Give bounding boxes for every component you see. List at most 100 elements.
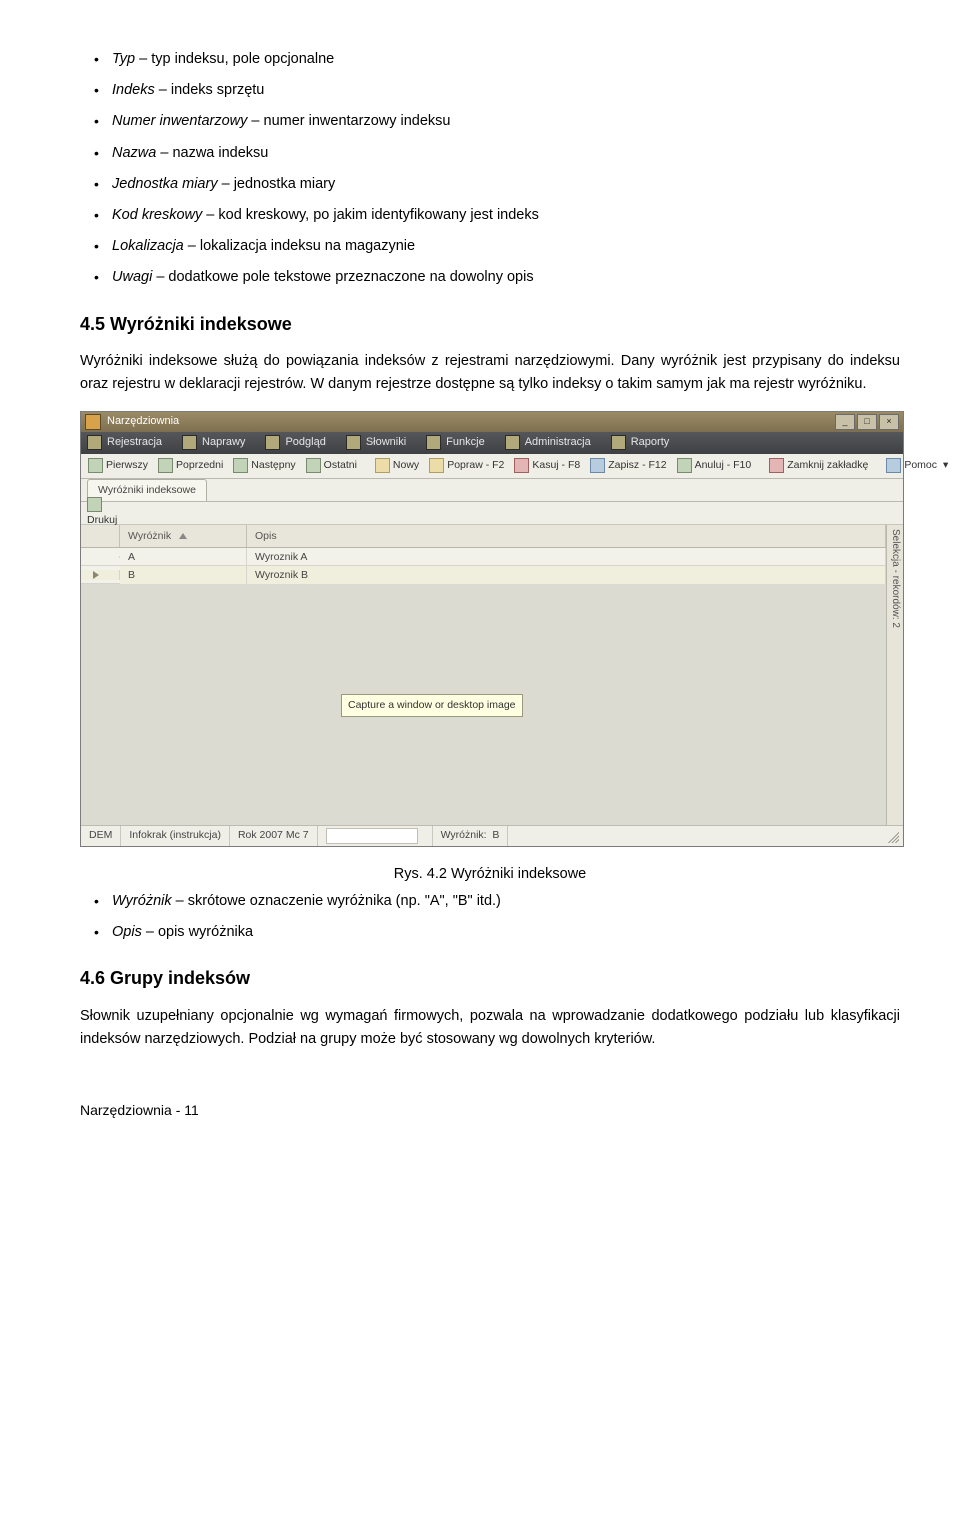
btn-edit[interactable]: Popraw - F2	[426, 457, 507, 474]
field-desc: – dodatkowe pole tekstowe przeznaczone n…	[152, 269, 533, 285]
field-desc: – jednostka miary	[218, 176, 336, 192]
menu-administracja[interactable]: Administracja	[505, 434, 591, 452]
menu-label: Raporty	[631, 434, 670, 452]
menu-naprawy[interactable]: Naprawy	[182, 434, 245, 452]
field-term: Opis	[112, 924, 142, 940]
field-term: Typ	[112, 51, 135, 67]
menu-slowniki[interactable]: Słowniki	[346, 434, 406, 452]
nav-label: Kasuj - F8	[532, 457, 580, 474]
menu-icon	[346, 435, 361, 450]
field-list-2: Wyróżnik – skrótowe oznaczenie wyróżnika…	[80, 890, 900, 944]
btn-cancel[interactable]: Anuluj - F10	[674, 457, 755, 474]
field-term: Nazwa	[112, 145, 156, 161]
nav-prev[interactable]: Poprzedni	[155, 457, 226, 474]
nav-label: Zamknij zakładkę	[787, 457, 868, 474]
page-footer: Narzędziownia - 11	[80, 1099, 900, 1121]
menu-label: Podgląd	[285, 434, 325, 452]
btn-save[interactable]: Zapisz - F12	[587, 457, 669, 474]
help-icon	[886, 458, 901, 473]
nav-label: Pomoc	[904, 457, 937, 474]
nav-label: Pierwszy	[106, 457, 148, 474]
titlebar[interactable]: Narzędziownia _ □ ×	[81, 412, 903, 432]
list-item: Numer inwentarzowy – numer inwentarzowy …	[112, 110, 900, 133]
status-value: B	[492, 827, 499, 844]
window-title: Narzędziownia	[107, 413, 835, 431]
cell-opis[interactable]: Wyroznik B	[247, 566, 886, 585]
col-selector[interactable]	[81, 525, 120, 548]
field-desc: – numer inwentarzowy indeksu	[247, 113, 450, 129]
menu-raporty[interactable]: Raporty	[611, 434, 670, 452]
close-button[interactable]: ×	[879, 414, 899, 430]
tabs-row: Wyróżniki indeksowe	[81, 479, 903, 502]
nav-first[interactable]: Pierwszy	[85, 457, 151, 474]
status-info: Infokrak (instrukcja)	[121, 826, 230, 846]
row-indicator	[81, 556, 120, 558]
menu-icon	[265, 435, 280, 450]
field-term: Indeks	[112, 82, 155, 98]
list-item: Lokalizacja – lokalizacja indeksu na mag…	[112, 235, 900, 258]
app-window: Narzędziownia _ □ × Rejestracja Naprawy …	[80, 411, 904, 847]
resize-grip-icon[interactable]	[885, 829, 899, 843]
menu-icon	[426, 435, 441, 450]
menu-label: Słowniki	[366, 434, 406, 452]
nav-label: Poprzedni	[176, 457, 223, 474]
minimize-button[interactable]: _	[835, 414, 855, 430]
field-desc: – skrótowe oznaczenie wyróżnika (np. "A"…	[172, 893, 501, 909]
nav-last[interactable]: Ostatni	[303, 457, 360, 474]
app-icon	[85, 414, 101, 430]
table-row[interactable]: A Wyroznik A	[81, 548, 886, 566]
save-icon	[590, 458, 605, 473]
next-icon	[233, 458, 248, 473]
sort-asc-icon	[179, 533, 187, 539]
cell-wyroznik[interactable]: B	[120, 566, 247, 585]
menu-rejestracja[interactable]: Rejestracja	[87, 434, 162, 452]
field-term: Lokalizacja	[112, 238, 184, 254]
field-term: Wyróżnik	[112, 893, 172, 909]
btn-delete[interactable]: Kasuj - F8	[511, 457, 583, 474]
edit-icon	[429, 458, 444, 473]
list-item: Uwagi – dodatkowe pole tekstowe przeznac…	[112, 266, 900, 289]
menu-label: Naprawy	[202, 434, 245, 452]
nav-label: Ostatni	[324, 457, 357, 474]
grid-header[interactable]: Wyróżnik Opis	[81, 525, 886, 549]
row-indicator	[81, 570, 120, 580]
field-term: Kod kreskowy	[112, 207, 202, 223]
nav-label: Następny	[251, 457, 295, 474]
cell-opis[interactable]: Wyroznik A	[247, 548, 886, 567]
col-wyroznik[interactable]: Wyróżnik	[120, 525, 247, 548]
selection-counter-side[interactable]: Selekcja - rekordów: 2	[886, 525, 903, 825]
nav-next[interactable]: Następny	[230, 457, 298, 474]
btn-close-tab[interactable]: Zamknij zakładkę	[766, 457, 871, 474]
btn-new[interactable]: Nowy	[372, 457, 422, 474]
print-toolbar: Drukuj	[81, 502, 903, 525]
cell-wyroznik[interactable]: A	[120, 548, 247, 567]
list-item: Jednostka miary – jednostka miary	[112, 173, 900, 196]
col-opis[interactable]: Opis	[247, 525, 886, 548]
menu-funkcje[interactable]: Funkcje	[426, 434, 485, 452]
grid-empty-area: Capture a window or desktop image	[81, 584, 886, 824]
field-term: Numer inwentarzowy	[112, 113, 247, 129]
btn-help[interactable]: Pomoc ▾	[883, 457, 951, 474]
status-wyroznik: Wyróżnik: B	[433, 826, 509, 846]
field-desc: – nazwa indeksu	[156, 145, 268, 161]
list-item: Typ – typ indeksu, pole opcjonalne	[112, 48, 900, 71]
status-dem: DEM	[81, 826, 121, 846]
field-list-1: Typ – typ indeksu, pole opcjonalne Indek…	[80, 48, 900, 290]
menu-podglad[interactable]: Podgląd	[265, 434, 325, 452]
cancel-icon	[677, 458, 692, 473]
maximize-button[interactable]: □	[857, 414, 877, 430]
field-desc: – kod kreskowy, po jakim identyfikowany …	[202, 207, 539, 223]
field-desc: – opis wyróżnika	[142, 924, 253, 940]
nav-label: Nowy	[393, 457, 419, 474]
figure-caption: Rys. 4.2 Wyróżniki indeksowe	[80, 863, 900, 886]
list-item: Opis – opis wyróżnika	[112, 921, 900, 944]
table-row[interactable]: B Wyroznik B	[81, 566, 886, 584]
new-icon	[375, 458, 390, 473]
prev-icon	[158, 458, 173, 473]
capture-tooltip: Capture a window or desktop image	[341, 694, 523, 717]
menu-label: Funkcje	[446, 434, 485, 452]
list-item: Indeks – indeks sprzętu	[112, 79, 900, 102]
status-label: Wyróżnik:	[441, 827, 487, 844]
field-desc: – lokalizacja indeksu na magazynie	[184, 238, 415, 254]
data-grid[interactable]: Wyróżnik Opis A Wyroznik A B Wyroznik B …	[81, 525, 886, 825]
